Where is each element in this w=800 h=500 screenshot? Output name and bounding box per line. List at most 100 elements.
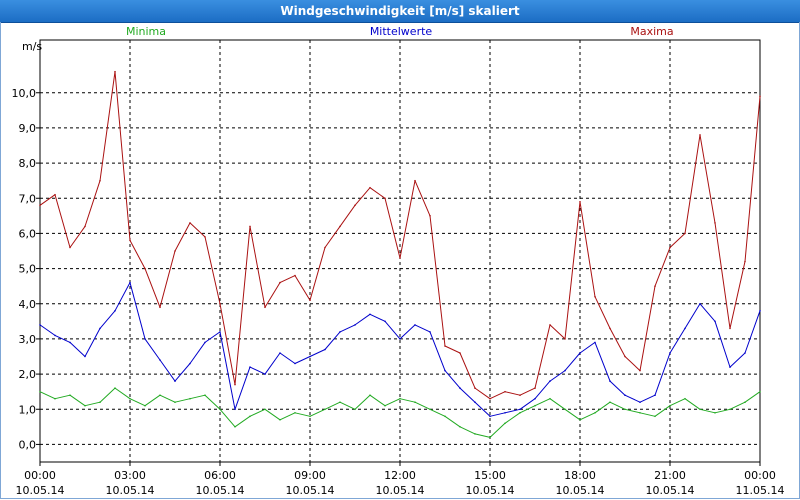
data-point-maxima	[684, 232, 686, 235]
data-point-minima	[414, 401, 416, 404]
data-point-minima	[219, 408, 221, 411]
data-point-mittelwerte	[699, 303, 701, 305]
data-point-maxima	[489, 397, 491, 400]
data-point-minima	[294, 412, 296, 414]
data-point-maxima	[564, 338, 566, 340]
data-point-mittelwerte	[204, 341, 206, 344]
data-point-maxima	[414, 179, 416, 182]
data-point-mittelwerte	[324, 348, 326, 351]
data-point-mittelwerte	[369, 313, 371, 316]
data-point-maxima	[234, 383, 236, 386]
data-point-mittelwerte	[144, 338, 146, 340]
data-point-mittelwerte	[264, 373, 266, 375]
data-point-mittelwerte	[609, 380, 611, 382]
legend-maxima: Maxima	[630, 25, 673, 38]
data-point-maxima	[354, 204, 356, 207]
data-point-maxima	[594, 295, 596, 298]
data-point-maxima	[339, 225, 341, 228]
data-point-mittelwerte	[729, 366, 731, 368]
data-point-mittelwerte	[759, 310, 761, 312]
data-point-minima	[609, 401, 611, 404]
data-point-maxima	[744, 260, 746, 263]
data-point-maxima	[579, 201, 581, 203]
data-point-maxima	[84, 225, 86, 228]
data-point-minima	[99, 401, 101, 404]
data-point-minima	[594, 412, 596, 414]
data-point-maxima	[669, 246, 671, 249]
data-point-mittelwerte	[399, 338, 401, 340]
y-tick-label: 0,0	[19, 438, 37, 451]
data-point-mittelwerte	[579, 352, 581, 354]
data-point-minima	[369, 394, 371, 397]
y-tick-label: 7,0	[19, 192, 37, 205]
chart-canvas: 0,0 1,0 2,0 3,0 4,0 5,0 6,0 7,0 8,0 9,0 10,0 00:00 1…	[12, 25, 785, 497]
data-point-maxima	[609, 327, 611, 330]
y-tick-label: 5,0	[19, 263, 37, 276]
data-point-mittelwerte	[669, 352, 671, 354]
data-point-minima	[489, 436, 491, 439]
x-tick-date-label: 11.05.14	[736, 484, 785, 497]
data-point-minima	[69, 394, 71, 397]
data-point-mittelwerte	[654, 394, 656, 397]
data-point-minima	[519, 412, 521, 414]
data-point-maxima	[189, 222, 191, 224]
data-point-minima	[264, 408, 266, 411]
data-point-minima	[639, 412, 641, 414]
data-point-mittelwerte	[474, 401, 476, 404]
data-point-maxima	[519, 394, 521, 397]
data-point-mittelwerte	[249, 366, 251, 368]
data-point-maxima	[399, 257, 401, 259]
x-tick-time-label: 00:00	[24, 469, 56, 482]
data-point-mittelwerte	[414, 324, 416, 326]
data-point-minima	[474, 433, 476, 435]
data-point-maxima	[54, 193, 56, 196]
data-point-minima	[729, 408, 731, 411]
data-point-mittelwerte	[564, 369, 566, 372]
data-point-minima	[684, 397, 686, 400]
data-point-mittelwerte	[39, 324, 41, 326]
data-point-mittelwerte	[84, 355, 86, 358]
data-point-minima	[39, 390, 41, 393]
data-point-maxima	[144, 267, 146, 270]
data-point-mittelwerte	[159, 359, 161, 361]
data-point-minima	[234, 426, 236, 428]
data-point-minima	[84, 404, 86, 407]
data-point-mittelwerte	[189, 362, 191, 365]
data-point-maxima	[39, 204, 41, 207]
data-point-minima	[579, 419, 581, 421]
data-point-maxima	[654, 285, 656, 288]
data-point-minima	[534, 404, 536, 407]
y-tick-label: 6,0	[19, 227, 37, 240]
plot-layer: 0,0 1,0 2,0 3,0 4,0 5,0 6,0 7,0 8,0 9,0 10,0 00:00 1…	[12, 39, 785, 497]
x-tick-date-label: 10.05.14	[16, 484, 65, 497]
data-point-minima	[174, 401, 176, 404]
data-point-mittelwerte	[129, 281, 131, 284]
data-point-mittelwerte	[219, 331, 221, 333]
data-point-mittelwerte	[459, 387, 461, 389]
data-point-mittelwerte	[54, 334, 56, 337]
data-point-minima	[129, 397, 131, 400]
data-point-minima	[204, 394, 206, 397]
data-point-maxima	[369, 186, 371, 189]
x-tick-time-label: 15:00	[474, 469, 506, 482]
x-tick-time-label: 18:00	[564, 469, 596, 482]
data-point-maxima	[174, 250, 176, 252]
data-point-minima	[354, 408, 356, 411]
data-point-maxima	[309, 299, 311, 302]
x-tick-time-label: 06:00	[204, 469, 236, 482]
data-point-mittelwerte	[354, 324, 356, 326]
data-point-minima	[324, 408, 326, 411]
data-point-maxima	[69, 246, 71, 249]
y-tick-label: 9,0	[19, 122, 37, 135]
data-point-maxima	[279, 281, 281, 284]
y-tick-label: 4,0	[19, 298, 37, 311]
data-point-maxima	[474, 387, 476, 389]
y-tick-label: 3,0	[19, 333, 37, 346]
data-point-minima	[54, 397, 56, 400]
data-point-mittelwerte	[309, 355, 311, 358]
data-point-maxima	[429, 215, 431, 217]
y-tick-label: 1,0	[19, 403, 37, 416]
data-point-minima	[279, 419, 281, 421]
data-point-mittelwerte	[234, 408, 236, 411]
data-point-maxima	[729, 327, 731, 330]
